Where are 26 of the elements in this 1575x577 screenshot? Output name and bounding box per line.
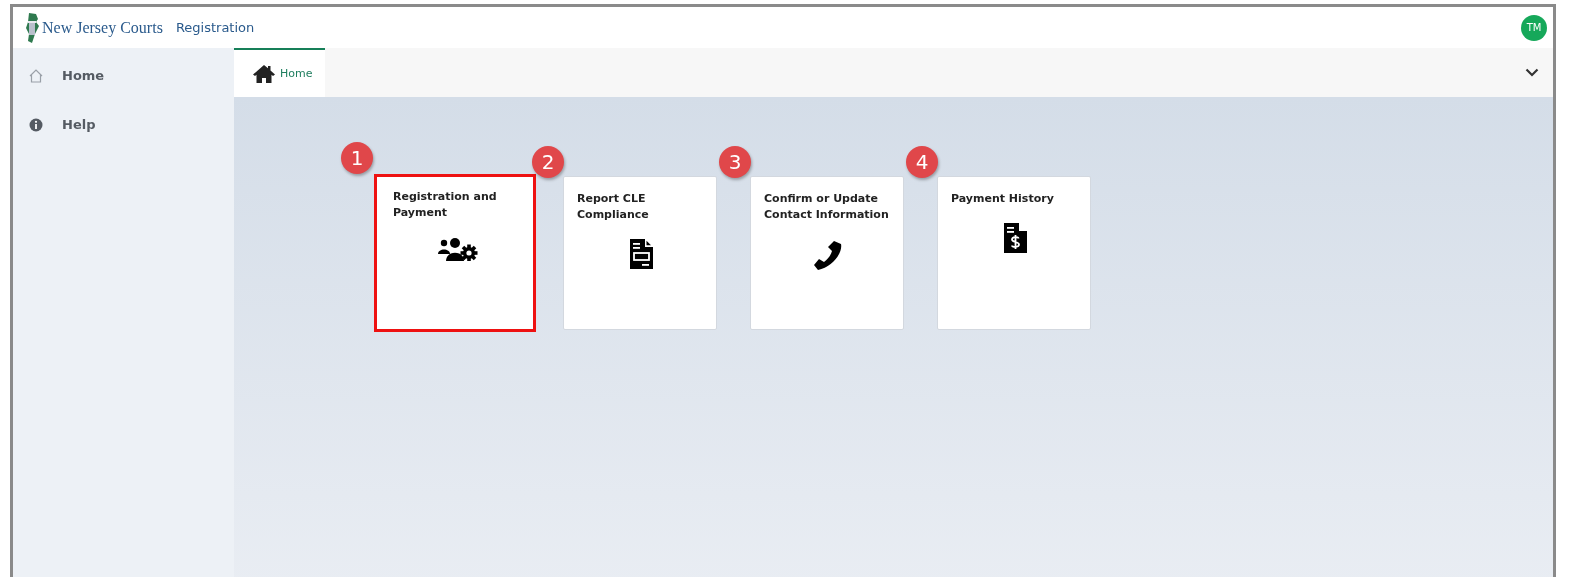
house-icon (252, 63, 276, 84)
step-number-badge: 1 (341, 142, 373, 174)
sidebar-item[interactable]: Help (13, 100, 234, 149)
state-logo-icon (23, 11, 41, 44)
step-number-badge: 3 (719, 146, 751, 178)
tile-title: Payment History (951, 191, 1055, 207)
menu-tile[interactable]: Report CLE Compliance (563, 176, 717, 330)
home-tab[interactable]: Home (234, 48, 326, 97)
users-gear-icon (438, 237, 478, 261)
dollar-document-icon (1002, 223, 1027, 253)
step-number-badge: 4 (906, 146, 938, 178)
chevron-down-icon[interactable] (1525, 68, 1539, 77)
info-icon (28, 116, 44, 133)
menu-tile[interactable]: Registration and Payment (374, 174, 536, 332)
phone-icon (811, 239, 844, 271)
app-title: Registration (175, 20, 255, 35)
sidebar-item[interactable]: Home (13, 51, 234, 100)
tile-title: Confirm or Update Contact Information (764, 191, 890, 223)
tile-title: Report CLE Compliance (577, 191, 650, 223)
document-icon (628, 239, 653, 269)
step-number-badge: 2 (532, 146, 564, 178)
brand-name[interactable]: New Jersey Courts (42, 18, 163, 37)
menu-tile[interactable]: Payment History (937, 176, 1091, 330)
tile-title: Registration and Payment (393, 189, 498, 221)
menu-tile[interactable]: Confirm or Update Contact Information (750, 176, 904, 330)
home-icon (28, 67, 44, 84)
